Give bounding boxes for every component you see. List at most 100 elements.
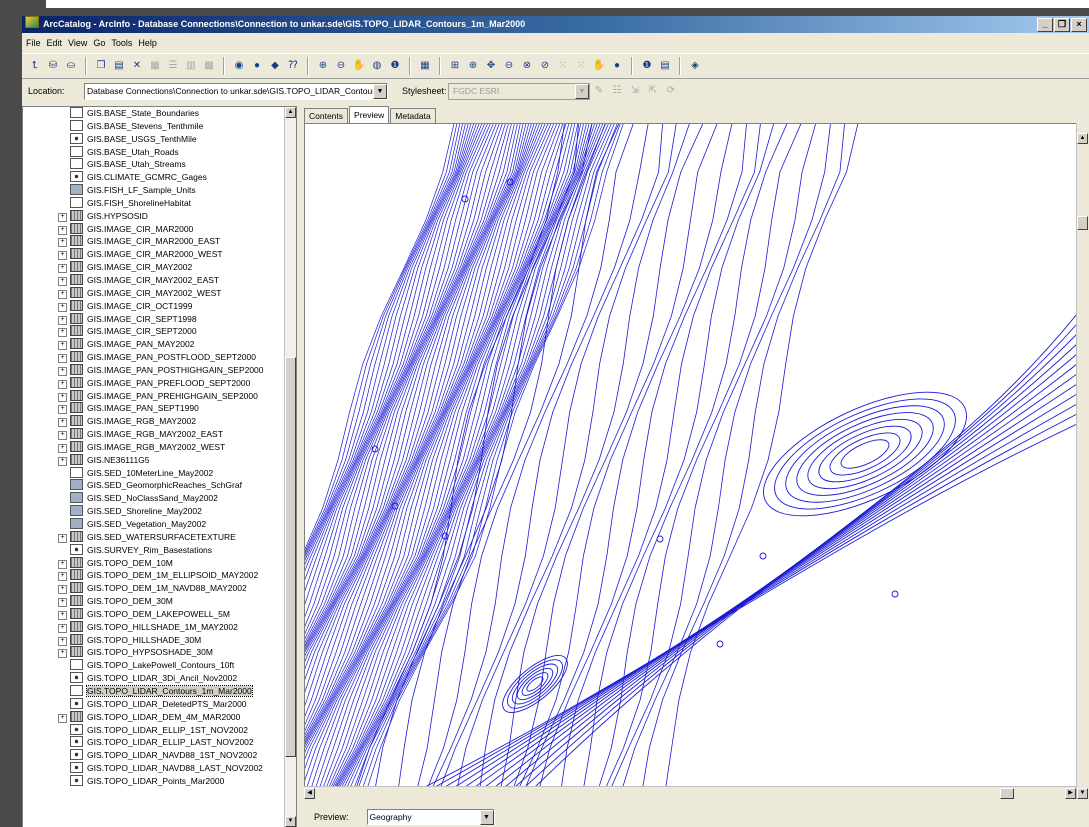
metadata-tools-icon[interactable]: ⊞ bbox=[448, 59, 462, 73]
tree-item[interactable]: GIS.TOPO_LIDAR_ELLIP_LAST_NOV2002 bbox=[23, 736, 296, 749]
close-button[interactable]: × bbox=[1071, 18, 1087, 32]
tree-item[interactable]: GIS.TOPO_LIDAR_Points_Mar2000 bbox=[23, 774, 296, 788]
minimize-button[interactable]: _ bbox=[1037, 18, 1053, 32]
scroll-down-icon[interactable]: ▼ bbox=[285, 816, 296, 827]
tree-scrollbar[interactable]: ▲ ▼ bbox=[284, 107, 296, 827]
pan-icon[interactable]: ✋ bbox=[352, 59, 366, 73]
tree-item[interactable]: + GIS.IMAGE_PAN_POSTHIGHGAIN_SEP2000 bbox=[23, 363, 296, 377]
menu-go[interactable]: Go bbox=[93, 38, 105, 48]
details-icon[interactable]: ▥ bbox=[184, 59, 198, 73]
expand-icon[interactable]: + bbox=[58, 238, 67, 248]
tree-item[interactable]: + GIS.IMAGE_CIR_MAR2000_WEST bbox=[23, 248, 296, 261]
paste-icon[interactable]: ▤ bbox=[112, 59, 126, 73]
tree-item[interactable]: + GIS.IMAGE_PAN_SEPT1990 bbox=[23, 402, 296, 415]
identify-icon[interactable]: ❶ bbox=[388, 59, 402, 73]
menu-file[interactable]: File bbox=[26, 38, 41, 48]
expand-icon[interactable]: + bbox=[58, 251, 67, 261]
expand-icon[interactable]: + bbox=[58, 418, 67, 428]
zoom-out-icon[interactable]: ⊖ bbox=[334, 59, 348, 73]
expand-icon[interactable]: + bbox=[58, 585, 67, 595]
expand-icon[interactable]: + bbox=[58, 572, 67, 582]
tree-item[interactable]: GIS.SURVEY_Rim_Basestations bbox=[23, 543, 296, 557]
expand-icon[interactable]: + bbox=[58, 264, 67, 274]
tree-item[interactable]: GIS.TOPO_LakePowell_Contours_10ft bbox=[23, 659, 296, 672]
export-metadata-icon[interactable]: ⇱ bbox=[646, 84, 660, 98]
tree-scroll-thumb[interactable] bbox=[285, 357, 296, 757]
tree-item[interactable]: + GIS.IMAGE_PAN_POSTFLOOD_SEPT2000 bbox=[23, 351, 296, 364]
tree-item[interactable]: GIS.BASE_Utah_Roads bbox=[23, 145, 296, 159]
tree-item[interactable]: + GIS.TOPO_DEM_1M_ELLIPSOID_MAY2002 bbox=[23, 569, 296, 582]
tree-item[interactable]: + GIS.IMAGE_CIR_OCT1999 bbox=[23, 299, 296, 313]
scroll-up-icon[interactable]: ▲ bbox=[285, 107, 296, 118]
tree-item[interactable]: GIS.TOPO_LIDAR_DeletedPTS_Mar2000 bbox=[23, 697, 296, 711]
pan-2-icon[interactable]: ✥ bbox=[484, 59, 498, 73]
tree-item[interactable]: + GIS.HYPSOSID bbox=[23, 209, 296, 223]
preview-hscroll-thumb[interactable] bbox=[1000, 788, 1014, 799]
tree-item[interactable]: GIS.CLIMATE_GCMRC_Gages bbox=[23, 171, 296, 184]
full-extent-icon[interactable]: ◍ bbox=[370, 59, 384, 73]
location-field[interactable]: Database Connections\Connection to unkar… bbox=[84, 82, 388, 100]
chevron-down-icon[interactable]: ▼ bbox=[479, 810, 494, 825]
hand-icon[interactable]: ✋ bbox=[592, 59, 606, 73]
preview-scroll-thumb[interactable] bbox=[1077, 216, 1088, 230]
preview-horizontal-scrollbar[interactable]: ◀ ▶ bbox=[304, 786, 1076, 800]
tree-item[interactable]: GIS.SED_Shoreline_May2002 bbox=[23, 505, 296, 518]
create-thumbnail-icon[interactable]: ▦ bbox=[418, 59, 432, 73]
chevron-down-icon[interactable]: ▼ bbox=[575, 83, 589, 99]
expand-icon[interactable]: + bbox=[58, 212, 67, 222]
scroll-right-icon[interactable]: ▶ bbox=[1065, 788, 1076, 799]
expand-icon[interactable]: + bbox=[58, 623, 67, 633]
tree-item[interactable]: + GIS.TOPO_HILLSHADE_30M bbox=[23, 633, 296, 647]
expand-icon[interactable]: + bbox=[58, 341, 67, 351]
fixed-zoom-icon[interactable]: ⊗ bbox=[520, 59, 534, 73]
expand-icon[interactable]: + bbox=[58, 289, 67, 299]
tree-item[interactable]: + GIS.IMAGE_CIR_SEPT2000 bbox=[23, 325, 296, 338]
expand-icon[interactable]: + bbox=[58, 366, 67, 376]
tree-item[interactable]: GIS.BASE_USGS_TenthMile bbox=[23, 132, 296, 146]
tree-item[interactable]: + GIS.IMAGE_PAN_PREHIGHGAIN_SEP2000 bbox=[23, 389, 296, 403]
tree-item[interactable]: + GIS.NE36111G5 bbox=[23, 453, 296, 467]
tree-item[interactable]: + GIS.IMAGE_CIR_SEPT1998 bbox=[23, 312, 296, 326]
tab-preview[interactable]: Preview bbox=[349, 106, 390, 123]
tree-item[interactable]: GIS.TOPO_LIDAR_3Di_Ancil_Nov2002 bbox=[23, 672, 296, 685]
expand-icon[interactable]: + bbox=[58, 225, 67, 235]
preview-vertical-scrollbar[interactable]: ▲ ▼ bbox=[1076, 123, 1089, 799]
menu-view[interactable]: View bbox=[68, 38, 87, 48]
menu-edit[interactable]: Edit bbox=[47, 38, 63, 48]
update-metadata-icon[interactable]: ⟳ bbox=[664, 84, 678, 98]
expand-icon[interactable]: + bbox=[58, 302, 67, 312]
tree-item[interactable]: GIS.FISH_LF_Sample_Units bbox=[23, 184, 296, 197]
tree-item[interactable]: GIS.FISH_ShorelineHabitat bbox=[23, 196, 296, 210]
tree-item[interactable]: GIS.SED_NoClassSand_May2002 bbox=[23, 492, 296, 505]
restore-button[interactable]: ❐ bbox=[1054, 18, 1070, 32]
tree-item[interactable]: GIS.SED_10MeterLine_May2002 bbox=[23, 466, 296, 480]
table-icon[interactable]: ▤ bbox=[658, 59, 672, 73]
expand-icon[interactable]: + bbox=[58, 392, 67, 402]
expand-icon[interactable]: + bbox=[58, 315, 67, 325]
menu-help[interactable]: Help bbox=[138, 38, 157, 48]
zoom-in-icon[interactable]: ⊕ bbox=[316, 59, 330, 73]
expand-icon[interactable]: + bbox=[58, 379, 67, 389]
tree-item[interactable]: GIS.TOPO_LIDAR_ELLIP_1ST_NOV2002 bbox=[23, 723, 296, 737]
tree-item[interactable]: + GIS.TOPO_DEM_LAKEPOWELL_5M bbox=[23, 607, 296, 621]
previous-extent-icon[interactable]: ⊘ bbox=[538, 59, 552, 73]
large-icons-icon[interactable]: ▦ bbox=[148, 59, 162, 73]
measure-icon[interactable]: ⁙ bbox=[574, 59, 588, 73]
tree-item[interactable]: + GIS.IMAGE_CIR_MAY2002_WEST bbox=[23, 286, 296, 300]
expand-icon[interactable]: + bbox=[58, 610, 67, 620]
tree-item[interactable]: + GIS.TOPO_DEM_10M bbox=[23, 556, 296, 570]
expand-icon[interactable]: + bbox=[58, 636, 67, 646]
whats-this-icon[interactable]: ⁇ bbox=[286, 59, 300, 73]
zoom-in-2-icon[interactable]: ⊕ bbox=[466, 59, 480, 73]
metadata-properties-icon[interactable]: ☷ bbox=[610, 84, 624, 98]
tree-item[interactable]: GIS.SED_Vegetation_May2002 bbox=[23, 518, 296, 531]
expand-icon[interactable]: + bbox=[58, 405, 67, 415]
stylesheet-select[interactable]: FGDC ESRI ▼ bbox=[448, 82, 590, 100]
expand-icon[interactable]: + bbox=[58, 276, 67, 286]
tree-item[interactable]: GIS.BASE_Stevens_Tenthmile bbox=[23, 119, 296, 133]
title-bar[interactable]: ArcCatalog - ArcInfo - Database Connecti… bbox=[22, 16, 1089, 33]
tree-item[interactable]: GIS.TOPO_LIDAR_Contours_1m_Mar2000 bbox=[23, 684, 296, 698]
tree-item[interactable]: + GIS.IMAGE_CIR_MAR2000 bbox=[23, 222, 296, 236]
launch-arcmap-icon[interactable]: ◉ bbox=[232, 59, 246, 73]
list-icon[interactable]: ☰ bbox=[166, 59, 180, 73]
